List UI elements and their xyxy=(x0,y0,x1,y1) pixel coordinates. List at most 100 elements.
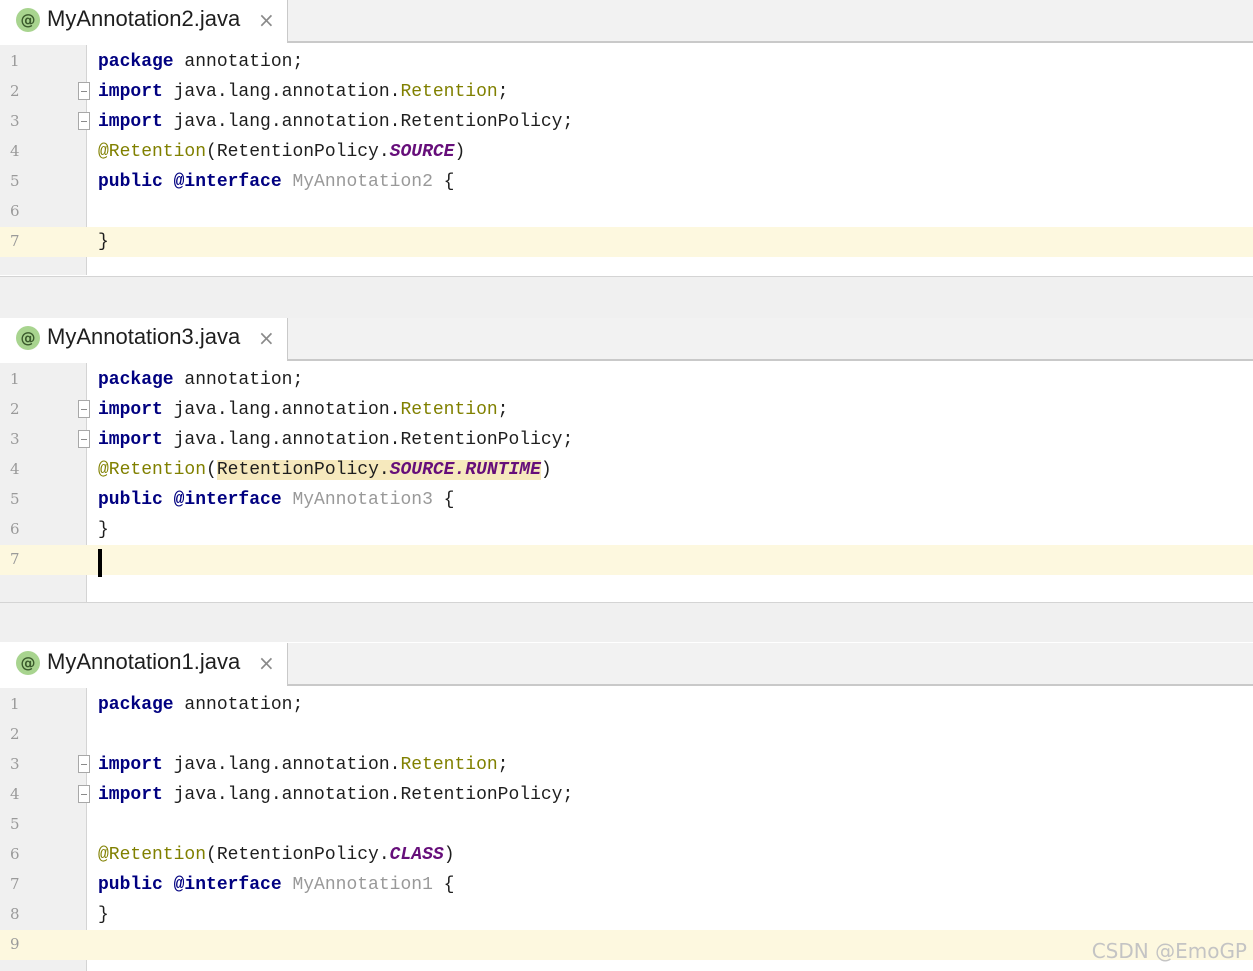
line-number-cell: 7 xyxy=(0,870,86,900)
code-token: } xyxy=(98,520,109,540)
code-line[interactable]: 5 public @interface MyAnnotation3 { xyxy=(0,485,1253,515)
line-number-cell: 5 xyxy=(0,485,86,515)
close-icon[interactable]: × xyxy=(258,326,275,350)
code-token: java.lang.annotation.RetentionPolicy; xyxy=(162,430,574,450)
code-text: public @interface MyAnnotation2 { xyxy=(98,171,454,193)
line-number-cell: 6 xyxy=(0,197,86,227)
code-line[interactable]: 2 import java.lang.annotation.Retention; xyxy=(0,77,1253,107)
code-line[interactable]: 3 import java.lang.annotation.RetentionPo… xyxy=(0,425,1253,455)
code-line[interactable]: 7} xyxy=(0,227,1253,257)
code-editor[interactable]: 1 package annotation; 2 3 import java.lang.a… xyxy=(0,688,1253,971)
fold-toggle-icon[interactable] xyxy=(78,755,90,773)
line-number: 3 xyxy=(10,430,20,448)
code-token: (RetentionPolicy. xyxy=(206,142,390,162)
code-line[interactable]: 5 xyxy=(0,810,1253,840)
line-number-cell: 4 xyxy=(0,780,86,810)
code-line[interactable]: 3 import java.lang.annotation.RetentionPo… xyxy=(0,107,1253,137)
code-token: @Retention xyxy=(98,142,207,162)
code-token: java.lang.annotation.RetentionPolicy; xyxy=(162,112,574,132)
line-number: 2 xyxy=(10,400,20,418)
code-token: public @interface xyxy=(98,875,282,895)
tab-myannotation1[interactable]: @ MyAnnotation1.java × xyxy=(0,643,288,686)
code-line[interactable]: 8} xyxy=(0,900,1253,930)
fold-toggle-icon[interactable] xyxy=(78,82,90,100)
tab-bar: @ MyAnnotation3.java × xyxy=(0,318,1253,361)
line-number: 7 xyxy=(10,875,20,893)
line-number: 3 xyxy=(10,755,20,773)
code-token: package xyxy=(98,370,174,390)
fold-toggle-icon[interactable] xyxy=(78,400,90,418)
annotation-file-icon: @ xyxy=(16,651,40,675)
code-editor[interactable]: 1 package annotation; 2 import java.lang.an… xyxy=(0,363,1253,602)
code-text: import java.lang.annotation.RetentionPol… xyxy=(98,784,573,806)
code-token: ; xyxy=(497,400,509,420)
code-token: @Retention xyxy=(98,845,207,865)
code-line[interactable]: 1 package annotation; xyxy=(0,690,1253,720)
tab-myannotation2[interactable]: @ MyAnnotation2.java × xyxy=(0,0,288,43)
code-line[interactable]: 6} xyxy=(0,515,1253,545)
code-token: } xyxy=(98,905,109,925)
code-text: } xyxy=(98,519,109,541)
code-token: SOURCE.RUNTIME xyxy=(389,460,541,480)
code-line[interactable]: 6 @Retention(RetentionPolicy.CLASS) xyxy=(0,840,1253,870)
code-line[interactable]: 1 package annotation; xyxy=(0,47,1253,77)
tab-label: MyAnnotation3.java xyxy=(47,324,241,349)
line-number: 9 xyxy=(10,935,20,953)
code-text: @Retention(RetentionPolicy.SOURCE) xyxy=(98,141,465,163)
code-text: package annotation; xyxy=(98,694,303,716)
code-token: CLASS xyxy=(389,845,444,865)
code-token: import xyxy=(98,785,163,805)
text-caret xyxy=(98,549,102,577)
code-token: java.lang.annotation. xyxy=(162,400,401,420)
code-line[interactable]: 5 public @interface MyAnnotation2 { xyxy=(0,167,1253,197)
watermark: CSDN @EmoGP xyxy=(1091,939,1247,963)
line-number-cell: 4 xyxy=(0,455,86,485)
line-number-cell: 6 xyxy=(0,840,86,870)
code-token: MyAnnotation2 xyxy=(281,172,433,192)
code-editor[interactable]: 1 package annotation; 2 import java.lang.an… xyxy=(0,45,1253,275)
close-icon[interactable]: × xyxy=(258,8,275,32)
line-number-cell: 9 xyxy=(0,930,86,960)
code-text: import java.lang.annotation.Retention; xyxy=(98,399,508,421)
code-token: @Retention xyxy=(98,460,207,480)
line-number-cell: 8 xyxy=(0,900,86,930)
code-line[interactable]: 7 xyxy=(0,545,1253,577)
code-text: public @interface MyAnnotation3 { xyxy=(98,489,454,511)
code-line[interactable]: 9 xyxy=(0,930,1253,960)
close-icon[interactable]: × xyxy=(258,651,275,675)
line-number-cell: 6 xyxy=(0,515,86,545)
code-line[interactable]: 3 import java.lang.annotation.Retention; xyxy=(0,750,1253,780)
fold-toggle-icon[interactable] xyxy=(78,785,90,803)
code-line[interactable]: 6 xyxy=(0,197,1253,227)
line-number-cell: 1 xyxy=(0,365,86,395)
fold-toggle-icon[interactable] xyxy=(78,112,90,130)
tab-label: MyAnnotation2.java xyxy=(47,6,241,31)
line-number-cell: 2 xyxy=(0,77,86,107)
code-text: import java.lang.annotation.Retention; xyxy=(98,81,508,103)
code-line[interactable]: 2 import java.lang.annotation.Retention; xyxy=(0,395,1253,425)
code-line[interactable]: 4 @Retention(RetentionPolicy.SOURCE) xyxy=(0,137,1253,167)
code-line[interactable]: 7 public @interface MyAnnotation1 { xyxy=(0,870,1253,900)
code-token: Retention xyxy=(400,755,498,775)
fold-toggle-icon[interactable] xyxy=(78,430,90,448)
code-token: { xyxy=(432,875,455,895)
code-line[interactable]: 4 @Retention(RetentionPolicy.SOURCE.RUNTI… xyxy=(0,455,1253,485)
line-number-cell: 4 xyxy=(0,137,86,167)
code-text: @Retention(RetentionPolicy.SOURCE.RUNTIM… xyxy=(98,459,552,481)
code-text: import java.lang.annotation.RetentionPol… xyxy=(98,429,573,451)
code-line[interactable]: 2 xyxy=(0,720,1253,750)
code-token: import xyxy=(98,112,163,132)
line-number: 4 xyxy=(10,142,20,160)
code-text xyxy=(98,549,102,577)
editor-bottom-strip xyxy=(0,602,1253,642)
code-line[interactable]: 1 package annotation; xyxy=(0,365,1253,395)
code-line[interactable]: 4 import java.lang.annotation.RetentionPo… xyxy=(0,780,1253,810)
tab-label: MyAnnotation1.java xyxy=(47,649,241,674)
line-number: 5 xyxy=(10,490,20,508)
code-text: import java.lang.annotation.Retention; xyxy=(98,754,508,776)
line-number-cell: 7 xyxy=(0,545,86,575)
code-token: } xyxy=(98,232,109,252)
line-number: 6 xyxy=(10,845,20,863)
tab-myannotation3[interactable]: @ MyAnnotation3.java × xyxy=(0,318,288,361)
code-token: { xyxy=(432,172,455,192)
